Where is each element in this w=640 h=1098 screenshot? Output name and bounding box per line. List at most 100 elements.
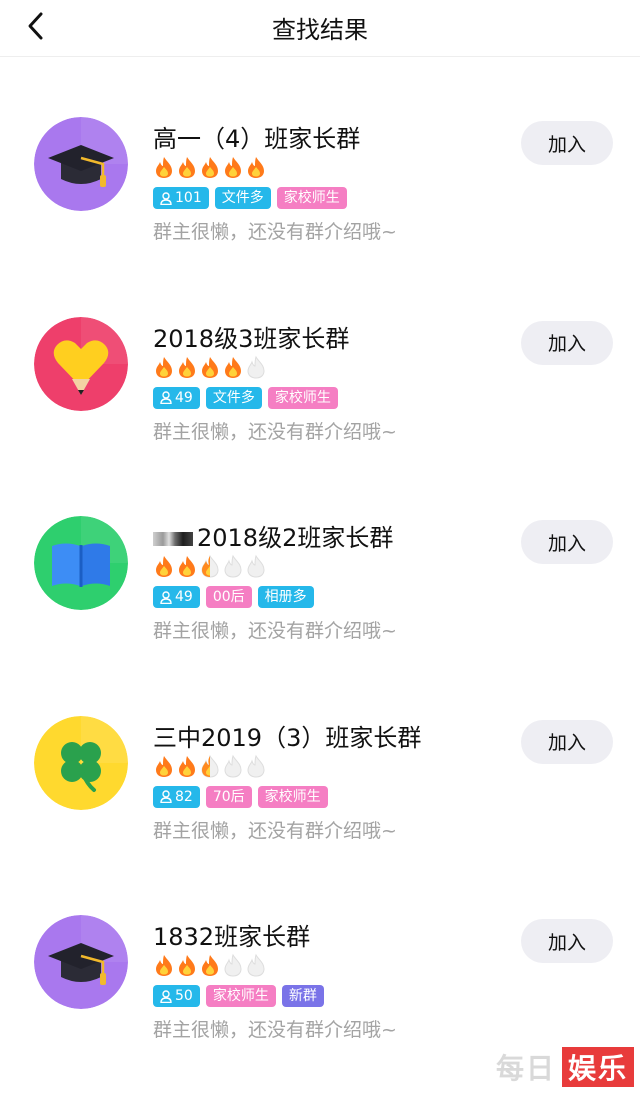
flame-icon — [247, 953, 265, 977]
heat-rating — [153, 355, 267, 379]
tag-badge: 家校师生 — [276, 187, 347, 209]
person-icon — [160, 191, 172, 205]
flame-icon — [156, 556, 172, 577]
group-tags: 101 文件多 家校师生 — [153, 187, 347, 209]
group-name[interactable]: 三中2019（3）班家长群 — [153, 718, 421, 753]
group-avatar[interactable] — [34, 915, 128, 1009]
group-row[interactable]: 2018级2班家长群 49 00后 相册多群主很懒，还没有群介绍哦~ 加入 — [0, 500, 640, 699]
group-avatar[interactable] — [34, 516, 128, 610]
flame-icon — [225, 356, 241, 378]
member-count: 101 — [175, 190, 202, 206]
group-name-text: 1832班家长群 — [153, 923, 311, 951]
group-name-text: 2018级3班家长群 — [153, 324, 350, 353]
flame-icon — [202, 955, 218, 976]
flame-icon — [156, 755, 172, 777]
group-name[interactable]: 1832班家长群 — [153, 917, 310, 952]
group-row[interactable]: 2018级3班家长群 49 文件多 家校师生群主很懒，还没有群介绍哦~ 加入 — [0, 301, 640, 500]
group-avatar[interactable] — [34, 316, 128, 411]
flame-icon — [156, 356, 172, 378]
group-name[interactable]: 高一（4）班家长群 — [153, 119, 360, 154]
group-name[interactable]: 2018级2班家长群 — [153, 518, 393, 553]
graduation-cap-icon — [34, 915, 128, 1009]
flame-icon — [156, 955, 172, 976]
flame-icon — [156, 157, 172, 178]
join-button[interactable]: 加入 — [521, 719, 613, 764]
flame-icon — [224, 554, 242, 578]
group-row[interactable]: 三中2019（3）班家长群 82 70后 家校师生群主很懒，还没有群介绍哦~ 加入 — [0, 700, 640, 899]
flame-icon — [247, 355, 265, 379]
person-icon — [160, 590, 172, 604]
group-tags: 50 家校师生 新群 — [153, 985, 324, 1007]
tag-badge: 相册多 — [257, 586, 314, 608]
person-icon — [160, 391, 172, 404]
join-button[interactable]: 加入 — [521, 320, 613, 365]
group-avatar[interactable] — [34, 715, 128, 810]
flame-icon — [179, 955, 195, 976]
member-count-badge: 101 — [153, 187, 209, 209]
group-tags: 82 70后 家校师生 — [153, 785, 328, 808]
heat-rating — [153, 155, 267, 179]
book-icon — [34, 516, 128, 610]
flame-icon — [201, 554, 219, 578]
group-description: 群主很懒，还没有群介绍哦~ — [153, 819, 397, 842]
tag-badge: 文件多 — [205, 386, 262, 409]
top-bar: 查找结果 — [0, 0, 640, 57]
flame-icon — [202, 157, 218, 178]
flame-icon — [179, 755, 195, 777]
flame-icon — [179, 157, 195, 178]
group-description: 群主很懒，还没有群介绍哦~ — [153, 1019, 397, 1041]
member-count-badge: 82 — [153, 785, 200, 808]
watermark-text-1: 每日 — [495, 1052, 556, 1085]
flame-icon — [201, 754, 219, 778]
flame-icon — [179, 556, 195, 577]
member-count: 50 — [175, 988, 193, 1004]
member-count: 82 — [175, 788, 193, 805]
person-icon — [160, 790, 172, 803]
tag-badge: 文件多 — [214, 187, 271, 209]
heat-rating — [153, 754, 267, 778]
flame-icon — [248, 157, 264, 178]
flame-icon — [224, 953, 242, 977]
tag-badge: 新群 — [281, 985, 324, 1007]
group-tags: 49 文件多 家校师生 — [153, 386, 338, 409]
group-row[interactable]: 高一（4）班家长群 101 文件多 家校师生群主很懒，还没有群介绍哦~ 加入 — [0, 101, 640, 300]
watermark-text-2: 娱乐 — [561, 1047, 634, 1087]
flame-icon — [179, 356, 195, 378]
page-title: 查找结果 — [272, 16, 368, 44]
join-button[interactable]: 加入 — [521, 121, 613, 165]
group-description: 群主很懒，还没有群介绍哦~ — [153, 620, 397, 642]
member-count-badge: 50 — [153, 985, 200, 1007]
group-description: 群主很懒，还没有群介绍哦~ — [153, 221, 397, 243]
heat-rating — [153, 554, 267, 578]
tag-badge: 家校师生 — [267, 386, 338, 409]
group-name-text: 2018级2班家长群 — [197, 524, 394, 552]
tag-badge: 家校师生 — [257, 785, 328, 808]
member-count-badge: 49 — [153, 586, 200, 608]
heat-rating — [153, 953, 267, 977]
join-button[interactable]: 加入 — [521, 919, 613, 963]
group-name-text: 三中2019（3）班家长群 — [153, 723, 422, 752]
tag-badge: 70后 — [205, 785, 252, 808]
group-tags: 49 00后 相册多 — [153, 586, 314, 608]
group-name-text: 高一（4）班家长群 — [153, 125, 361, 153]
heart-pencil-icon — [34, 316, 128, 411]
person-icon — [160, 989, 172, 1003]
member-count: 49 — [175, 589, 193, 605]
blurred-text — [153, 532, 193, 546]
tag-badge: 00后 — [205, 586, 252, 608]
member-count-badge: 49 — [153, 386, 200, 409]
member-count: 49 — [175, 389, 193, 406]
flame-icon — [247, 554, 265, 578]
tag-badge: 家校师生 — [205, 985, 276, 1007]
join-button[interactable]: 加入 — [521, 520, 613, 564]
graduation-cap-icon — [34, 117, 128, 211]
watermark: 每日 娱乐 — [496, 1047, 634, 1087]
flame-icon — [202, 356, 218, 378]
flame-icon — [247, 754, 265, 778]
clover-icon — [34, 715, 128, 810]
group-name[interactable]: 2018级3班家长群 — [153, 319, 349, 354]
group-description: 群主很懒，还没有群介绍哦~ — [153, 420, 397, 443]
flame-icon — [224, 754, 242, 778]
flame-icon — [225, 157, 241, 178]
group-avatar[interactable] — [34, 117, 128, 211]
